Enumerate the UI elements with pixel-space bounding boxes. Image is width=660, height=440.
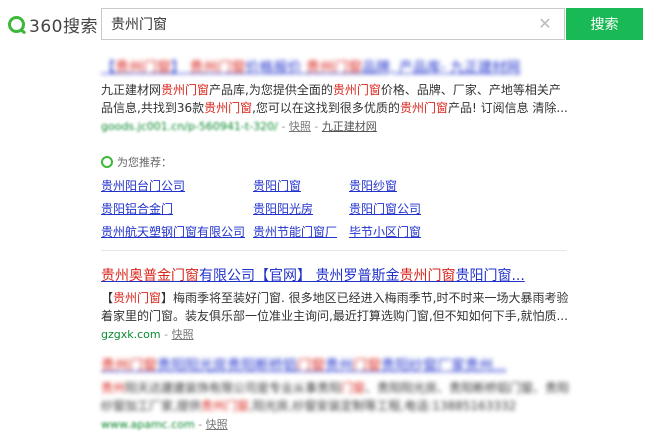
divider bbox=[101, 250, 567, 251]
recommend-grid: 贵州阳台门公司 贵阳门窗 贵阳纱窗 贵阳铝合金门 贵阳阳光房 贵阳门窗公司 贵州… bbox=[101, 177, 571, 240]
title-highlight: 贵州奥普金 bbox=[101, 268, 171, 284]
recommend-link[interactable]: 贵州阳台门公司 bbox=[101, 177, 253, 194]
desc-highlight: 贵州门窗 bbox=[332, 83, 381, 97]
result-meta: www.apamc.com - 快照 bbox=[101, 418, 228, 431]
title-text: 有限公司【官网】 贵州罗普斯金 bbox=[199, 268, 400, 284]
result-title[interactable]: 贵州门窗贵阳阳光房贵阳断桥铝门窗贵州门窗贵阳纱窗厂家贵州... bbox=[101, 356, 571, 376]
result-url: goods.jc001.cn/p-560941-t-320/ bbox=[101, 120, 278, 133]
result-title[interactable]: 贵州奥普金门窗有限公司【官网】 贵州罗普斯金贵州门窗贵阳门窗... bbox=[101, 266, 571, 286]
snapshot-link[interactable]: 快照 bbox=[172, 328, 194, 341]
title-highlight: 贵州门窗 bbox=[189, 60, 246, 76]
desc-text: 【 bbox=[101, 291, 114, 305]
logo-icon bbox=[8, 15, 25, 33]
title-highlight: 门窗 bbox=[297, 358, 325, 374]
recommend-icon bbox=[101, 156, 113, 168]
recommend-section: 为您推荐： 贵州阳台门公司 贵阳门窗 贵阳纱窗 贵阳铝合金门 贵阳阳光房 贵阳门… bbox=[101, 153, 571, 240]
desc-highlight: 贵州 bbox=[101, 381, 126, 395]
logo-text: 360搜索 bbox=[29, 16, 98, 37]
desc-highlight: 贵州门窗 bbox=[399, 101, 448, 115]
title-text: 贵阳门窗... bbox=[455, 268, 525, 284]
title-highlight: 门窗 bbox=[171, 268, 199, 284]
result-meta: goods.jc001.cn/p-560941-t-320/ - 快照 - 九正… bbox=[101, 120, 377, 133]
recommend-link[interactable]: 贵州节能门窗厂 bbox=[253, 223, 349, 240]
desc-highlight: 贵州门窗 bbox=[204, 101, 253, 115]
recommend-label: 为您推荐： bbox=[117, 156, 172, 169]
search-input[interactable] bbox=[103, 10, 549, 38]
search-button[interactable]: 搜索 bbox=[566, 8, 643, 40]
logo[interactable]: 360搜索 bbox=[8, 11, 98, 37]
desc-highlight: 贵州门窗 bbox=[113, 291, 162, 305]
result-item: 贵州奥普金门窗有限公司【官网】 贵州罗普斯金贵州门窗贵阳门窗... 【贵州门窗】… bbox=[101, 266, 571, 343]
close-icon[interactable]: ✕ bbox=[536, 15, 554, 33]
result-url: gzgxk.com bbox=[101, 328, 161, 341]
title-highlight: 贵州门窗 bbox=[399, 268, 456, 284]
snapshot-link[interactable]: 快照 bbox=[289, 120, 311, 133]
recommend-header: 为您推荐： bbox=[101, 153, 571, 171]
title-text: 品牌, 产品库- 九正建材网 bbox=[361, 60, 521, 76]
title-text: 贵州 bbox=[325, 358, 353, 374]
result-item: 【贵州门窗】 贵州门窗价格报价 贵州门窗品牌, 产品库- 九正建材网 九正建材网… bbox=[101, 58, 571, 135]
recommend-link[interactable]: 贵阳铝合金门 bbox=[101, 200, 253, 217]
title-text: 贵阳纱窗厂家贵州... bbox=[381, 358, 507, 374]
desc-text: 】梅雨季将至装好门窗. 很多地区已经进入梅雨季节,时不时来一场大暴雨考验着家里的… bbox=[101, 291, 569, 323]
title-highlight: 贵州门窗 bbox=[115, 60, 171, 76]
desc-highlight: 门窗 bbox=[341, 381, 366, 395]
search-box: ✕ bbox=[101, 8, 565, 40]
recommend-link[interactable]: 贵州航天塑钢门窗有限公司 bbox=[101, 223, 253, 240]
results-list: 【贵州门窗】 贵州门窗价格报价 贵州门窗品牌, 产品库- 九正建材网 九正建材网… bbox=[101, 58, 571, 149]
title-highlight: 贵州门窗 bbox=[305, 60, 362, 76]
title-text: 【 bbox=[101, 60, 115, 76]
recommend-link[interactable]: 贵阳门窗公司 bbox=[349, 200, 499, 217]
recommend-link[interactable]: 贵阳门窗 bbox=[253, 177, 349, 194]
title-highlight: 门窗 bbox=[129, 358, 157, 374]
desc-text: 阳天达建建装饰有限公司是专业从事贵阳 bbox=[125, 381, 342, 395]
desc-text: ,阳光房,纱窗安装定制等工程,电话:13885163332 bbox=[248, 399, 517, 413]
recommend-link[interactable]: 贵阳阳光房 bbox=[253, 200, 349, 217]
title-text: 价格报价 bbox=[245, 60, 306, 76]
result-item: 贵州门窗贵阳阳光房贵阳断桥铝门窗贵州门窗贵阳纱窗厂家贵州... 贵州阳天达建建装… bbox=[101, 356, 571, 433]
title-text: 】 bbox=[171, 60, 190, 76]
desc-text: 产品库,为您提供全面的 bbox=[209, 83, 333, 97]
result-description: 【贵州门窗】梅雨季将至装好门窗. 很多地区已经进入梅雨季节,时不时来一场大暴雨考… bbox=[101, 289, 571, 325]
result-description: 九正建材网贵州门窗产品库,为您提供全面的贵州门窗价格、品牌、厂家、产地等相关产品… bbox=[101, 81, 571, 117]
result-description: 贵州阳天达建建装饰有限公司是专业从事贵阳门窗、贵阳阳光房、贵阳断桥铝门窗、贵阳纱… bbox=[101, 379, 571, 415]
result-url: www.apamc.com bbox=[101, 418, 195, 431]
site-link[interactable]: 九正建材网 bbox=[322, 120, 377, 133]
title-highlight: 贵州 bbox=[101, 358, 129, 374]
desc-highlight: 贵州门窗 bbox=[161, 83, 210, 97]
top-bar: 360搜索 ✕ 搜索 bbox=[0, 0, 660, 50]
title-highlight: 门窗 bbox=[353, 358, 381, 374]
result-title[interactable]: 【贵州门窗】 贵州门窗价格报价 贵州门窗品牌, 产品库- 九正建材网 bbox=[101, 58, 571, 78]
recommend-link[interactable]: 毕节小区门窗 bbox=[349, 223, 499, 240]
desc-text: ,您可以在这找到很多优质的 bbox=[252, 101, 400, 115]
recommend-link[interactable]: 贵阳纱窗 bbox=[349, 177, 499, 194]
desc-highlight: 贵州门窗 bbox=[200, 399, 249, 413]
title-text: 贵阳阳光房贵阳断桥铝 bbox=[157, 358, 297, 374]
snapshot-link[interactable]: 快照 bbox=[206, 418, 228, 431]
result-meta: gzgxk.com - 快照 bbox=[101, 328, 194, 341]
desc-text: 产品! 订阅信息 清除... bbox=[447, 101, 568, 115]
desc-text: 九正建材网 bbox=[101, 83, 162, 97]
